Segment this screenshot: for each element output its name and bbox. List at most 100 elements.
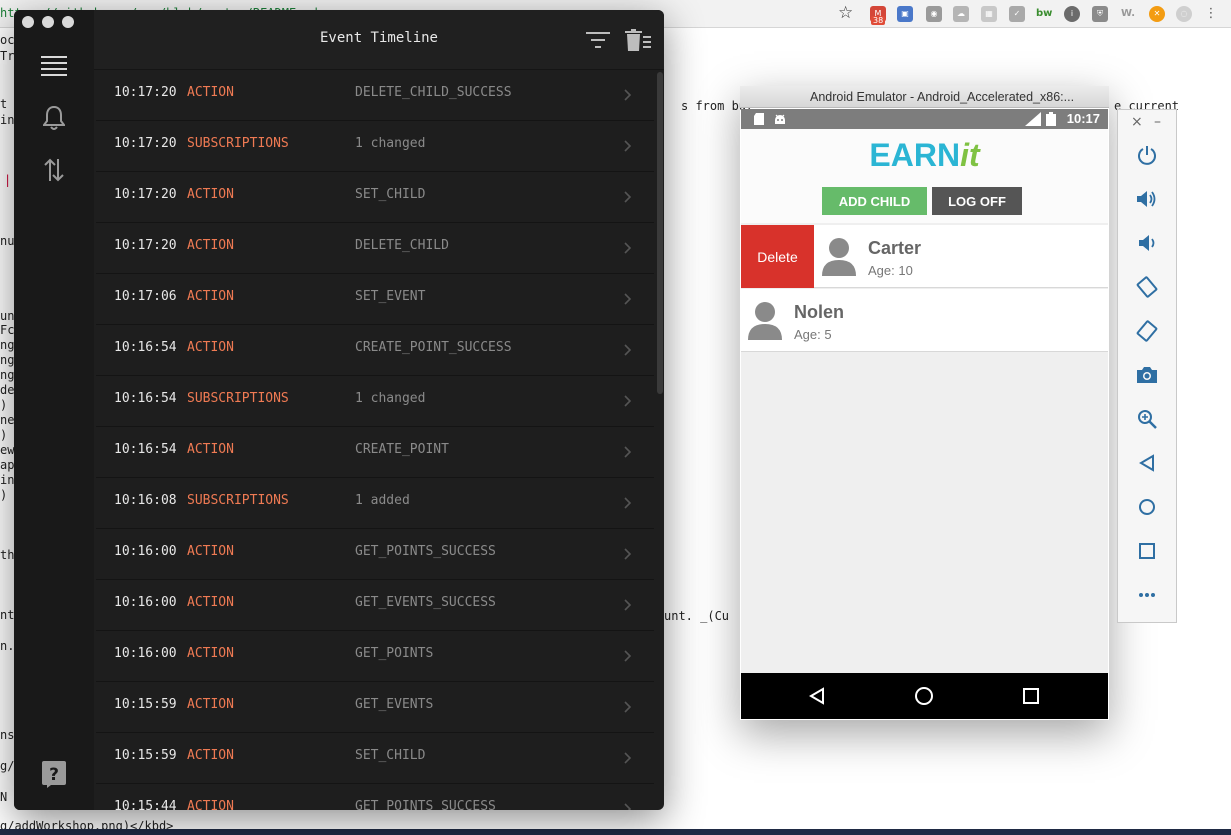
event-name: CREATE_POINT xyxy=(355,442,449,457)
reactotron-window: ? Event Timeline 10:17:20 ACTION DELETE_CH… xyxy=(14,10,664,810)
event-time: 10:15:59 xyxy=(114,748,177,763)
event-time: 10:16:08 xyxy=(114,493,177,508)
timeline-event-row[interactable]: 10:16:54 SUBSCRIPTIONS 1 changed xyxy=(96,376,654,427)
background-strip xyxy=(0,829,1231,835)
timeline-event-row[interactable]: 10:17:20 SUBSCRIPTIONS 1 changed xyxy=(96,121,654,172)
toolbar-home-button[interactable] xyxy=(1134,494,1160,520)
event-name: GET_POINTS_SUCCESS xyxy=(355,799,496,810)
circle-extension-icon[interactable]: ◌ xyxy=(1176,6,1192,22)
rotate-left-button[interactable] xyxy=(1134,274,1160,300)
more-options-button[interactable] xyxy=(1134,582,1160,608)
bw-extension-icon[interactable]: bw xyxy=(1036,6,1052,22)
timeline-nav-icon[interactable] xyxy=(36,48,72,84)
timeline-event-row[interactable]: 10:15:59 ACTION SET_CHILD xyxy=(96,733,654,784)
clear-trash-icon[interactable] xyxy=(625,28,651,52)
chevron-right-icon xyxy=(624,446,632,458)
chevron-right-icon xyxy=(624,242,632,254)
zoom-button[interactable] xyxy=(1134,406,1160,432)
timeline-event-row[interactable]: 10:16:00 ACTION GET_EVENTS_SUCCESS xyxy=(96,580,654,631)
emulator-side-toolbar: × – xyxy=(1117,109,1177,623)
doc-line: in xyxy=(0,113,15,127)
app-header: Event Timeline xyxy=(94,10,664,70)
rotate-right-icon xyxy=(1136,320,1158,342)
android-recents-button[interactable] xyxy=(1019,684,1043,708)
help-icon[interactable]: ? xyxy=(36,756,72,792)
timeline-event-row[interactable]: 10:16:08 SUBSCRIPTIONS 1 added xyxy=(96,478,654,529)
timeline-scrollbar[interactable] xyxy=(657,72,663,394)
chevron-right-icon xyxy=(624,293,632,305)
event-time: 10:16:54 xyxy=(114,442,177,457)
gmail-unread-badge: 38 xyxy=(871,16,886,25)
window-minimize-button[interactable] xyxy=(42,16,54,28)
timeline-event-row[interactable]: 10:16:54 ACTION CREATE_POINT_SUCCESS xyxy=(96,325,654,376)
event-type: ACTION xyxy=(187,289,234,304)
event-name: GET_EVENTS xyxy=(355,697,434,712)
menu-dots-icon[interactable]: ⋮ xyxy=(1203,6,1219,22)
doc-line: th xyxy=(0,548,15,562)
timeline-event-row[interactable]: 10:16:00 ACTION GET_POINTS xyxy=(96,631,654,682)
child-list-item[interactable]: Delete Carter Age: 10 xyxy=(741,225,1108,288)
timeline-event-row[interactable]: 10:15:44 ACTION GET_POINTS_SUCCESS xyxy=(96,784,654,810)
back-triangle-icon xyxy=(809,687,824,705)
doc-line: nu xyxy=(0,234,15,248)
filter-icon[interactable] xyxy=(585,28,611,52)
event-time: 10:17:20 xyxy=(114,136,177,151)
timeline-event-row[interactable]: 10:17:20 ACTION DELETE_CHILD_SUCCESS xyxy=(96,70,654,121)
camera-extension-icon[interactable]: ◉ xyxy=(926,6,942,22)
logo-earn-text: EARN xyxy=(869,137,961,173)
chevron-right-icon xyxy=(624,548,632,560)
child-name: Carter xyxy=(868,238,922,258)
cloud-extension-icon[interactable]: ☁ xyxy=(953,6,969,22)
chevron-right-icon xyxy=(624,395,632,407)
event-name: GET_POINTS_SUCCESS xyxy=(355,544,496,559)
orange-extension-icon[interactable]: ✕ xyxy=(1149,6,1165,22)
timeline-event-row[interactable]: 10:16:00 ACTION GET_POINTS_SUCCESS xyxy=(96,529,654,580)
back-icon xyxy=(1139,454,1154,472)
chevron-right-icon xyxy=(624,752,632,764)
timeline-event-row[interactable]: 10:17:20 ACTION DELETE_CHILD xyxy=(96,223,654,274)
android-home-button[interactable] xyxy=(912,684,936,708)
event-time: 10:15:44 xyxy=(114,799,177,810)
grid-extension-icon[interactable]: ▦ xyxy=(981,6,997,22)
toolbar-close-icon[interactable]: × xyxy=(1131,114,1143,130)
event-time: 10:15:59 xyxy=(114,697,177,712)
doc-line: unt. _(Cu xyxy=(664,609,730,623)
event-name: 1 changed xyxy=(355,391,426,406)
power-button[interactable] xyxy=(1134,142,1160,168)
window-close-button[interactable] xyxy=(22,16,34,28)
chevron-right-icon xyxy=(624,701,632,713)
delete-child-button[interactable]: Delete xyxy=(741,225,814,288)
w-extension-icon[interactable]: W. xyxy=(1120,6,1136,22)
extension-window-icon[interactable]: ▣ xyxy=(897,6,913,22)
state-sync-arrows-icon[interactable] xyxy=(36,152,72,188)
doc-line: nt xyxy=(0,608,15,622)
add-child-button[interactable]: ADD CHILD xyxy=(822,187,927,215)
bookmark-star-icon[interactable]: ☆ xyxy=(838,3,853,23)
subscriptions-bell-icon[interactable] xyxy=(36,100,72,136)
event-time: 10:16:00 xyxy=(114,595,177,610)
toolbar-back-button[interactable] xyxy=(1134,450,1160,476)
doc-line: ng xyxy=(0,368,15,382)
toolbar-overview-button[interactable] xyxy=(1134,538,1160,564)
info-extension-icon[interactable]: i xyxy=(1064,6,1080,22)
rotate-right-button[interactable] xyxy=(1134,318,1160,344)
timeline-event-row[interactable]: 10:17:20 ACTION SET_CHILD xyxy=(96,172,654,223)
volume-up-button[interactable] xyxy=(1134,186,1160,212)
timeline-event-row[interactable]: 10:16:54 ACTION CREATE_POINT xyxy=(96,427,654,478)
screenshot-button[interactable] xyxy=(1134,362,1160,388)
android-nav-bar xyxy=(741,673,1108,719)
check-extension-icon[interactable]: ✓ xyxy=(1009,6,1025,22)
android-back-button[interactable] xyxy=(805,684,829,708)
timeline-event-row[interactable]: 10:17:06 ACTION SET_EVENT xyxy=(96,274,654,325)
sd-card-icon xyxy=(754,113,764,125)
child-avatar-icon xyxy=(822,238,856,276)
toolbar-minimize-icon[interactable]: – xyxy=(1154,114,1161,130)
shield-extension-icon[interactable]: ⛨ xyxy=(1092,6,1108,22)
window-zoom-button[interactable] xyxy=(62,16,74,28)
timeline-event-row[interactable]: 10:15:59 ACTION GET_EVENTS xyxy=(96,682,654,733)
child-list-item[interactable]: Nolen Age: 5 xyxy=(741,289,1108,352)
volume-down-button[interactable] xyxy=(1134,230,1160,256)
log-off-button[interactable]: LOG OFF xyxy=(932,187,1022,215)
event-time: 10:16:54 xyxy=(114,391,177,406)
event-type: ACTION xyxy=(187,799,234,810)
